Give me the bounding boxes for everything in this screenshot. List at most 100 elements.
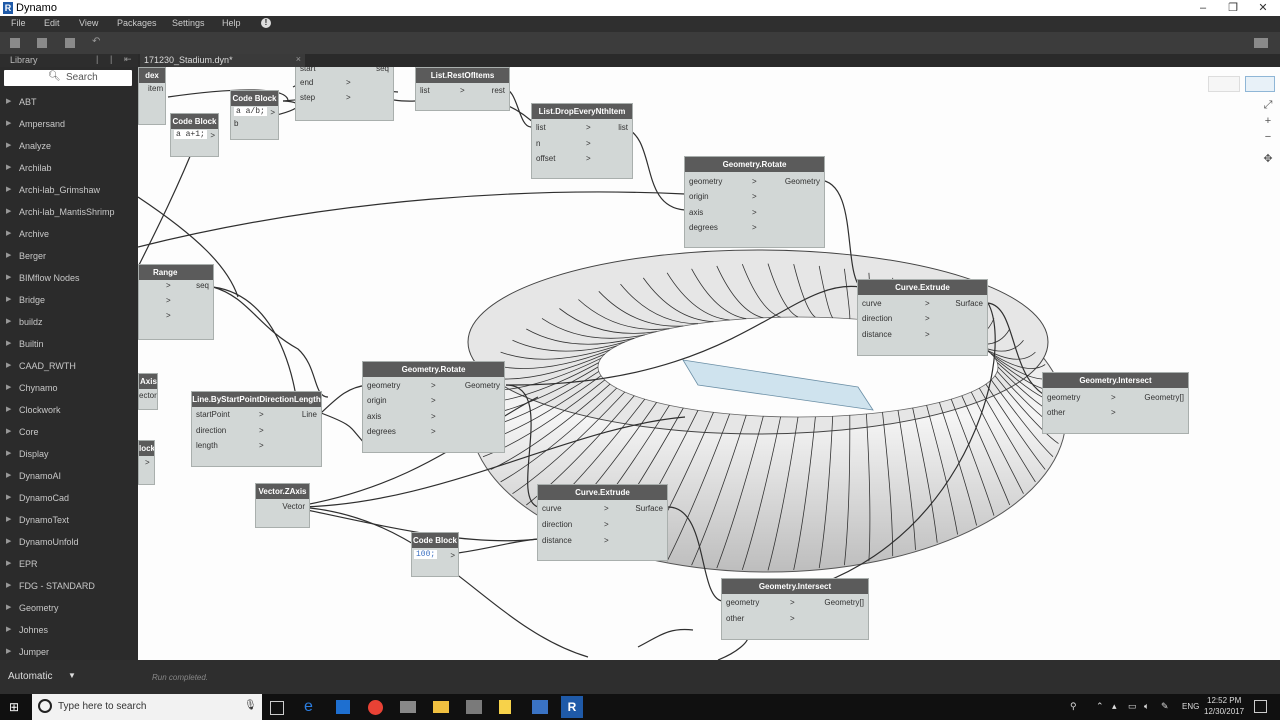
menu-help[interactable]: Help [222,18,241,28]
file-explorer-icon[interactable] [433,701,449,713]
port-geometry[interactable]: geometry [1047,393,1080,402]
port-b[interactable]: b [234,119,238,128]
port-surface-out[interactable]: Surface [955,299,983,308]
library-category-item[interactable]: ▶ Archilab [0,158,138,180]
library-category-item[interactable]: ▶ Clockwork [0,400,138,422]
save-file-icon[interactable] [65,38,75,48]
undo-icon[interactable]: ↶ [92,36,100,47]
library-category-item[interactable]: ▶ Archi-lab_Grimshaw [0,180,138,202]
library-collapse-icon[interactable]: ⇤ [124,54,132,65]
graph-canvas[interactable]: dex item Code Block a a+1; > Code Block … [138,67,1280,660]
port-origin[interactable]: origin [367,396,387,405]
port-direction[interactable]: direction [542,520,572,529]
menu-settings[interactable]: Settings [172,18,205,28]
view-toggle-geometry-icon[interactable] [1208,76,1240,92]
windows-start-icon[interactable]: ⊞ [9,701,21,713]
port-item[interactable]: item [148,84,163,93]
zoom-out-icon[interactable]: − [1262,131,1274,143]
chrome-icon[interactable] [368,700,383,715]
clock-date[interactable]: 12/30/2017 [1204,707,1244,716]
port-degrees[interactable]: degrees [367,427,396,436]
port-out[interactable]: > [145,458,150,467]
library-category-item[interactable]: ▶ Berger [0,246,138,268]
tab-file[interactable]: 171230_Stadium.dyn* × [140,54,305,67]
library-category-item[interactable]: ▶ DynamoCad [0,488,138,510]
library-category-item[interactable]: ▶ Jumper [0,642,138,660]
port-start-point[interactable]: startPoint [196,410,230,419]
port-direction[interactable]: direction [862,314,892,323]
port-geometry-out[interactable]: Geometry [785,177,820,186]
library-category-item[interactable]: ▶ Analyze [0,136,138,158]
library-category-item[interactable]: ▶ DynamoAI [0,466,138,488]
tray-volume-icon[interactable]: 🔈︎ [1144,701,1149,712]
library-category-item[interactable]: ▶ Builtin [0,334,138,356]
skype-icon[interactable] [532,700,548,714]
port-list-out[interactable]: list [618,123,628,132]
library-category-item[interactable]: ▶ Display [0,444,138,466]
close-button[interactable]: ✕ [1248,0,1278,16]
port-offset[interactable]: offset [536,154,555,163]
node-index-partial[interactable]: dex item [138,67,166,125]
library-pin-icon[interactable]: | [96,54,98,64]
port-rest[interactable]: rest [492,86,505,95]
port-out[interactable]: > [210,131,215,140]
tray-network-icon[interactable]: ▴ [1112,701,1117,712]
node-code-block-3[interactable]: Code Block 100; > [411,532,459,577]
port-curve[interactable]: curve [542,504,562,513]
port-geometry[interactable]: geometry [726,598,759,607]
node-line-by-start-point-direction-length[interactable]: Line.ByStartPointDirectionLength startPo… [191,391,322,467]
port-vector-out[interactable]: Vector [282,502,305,511]
maximize-button[interactable]: ❐ [1218,0,1248,16]
port-distance[interactable]: distance [542,536,572,545]
store-icon[interactable] [336,700,350,714]
port-list[interactable]: list [536,123,546,132]
port-end[interactable]: end [300,78,313,87]
port-surface-out[interactable]: Surface [635,504,663,513]
run-mode-select[interactable]: Automatic ▼ [0,667,80,687]
library-category-item[interactable]: ▶ Archi-lab_MantisShrimp [0,202,138,224]
tray-people-icon[interactable]: ⚲ [1070,701,1077,712]
new-file-icon[interactable] [10,38,20,48]
library-category-item[interactable]: ▶ Geometry [0,598,138,620]
port-list[interactable]: list [420,86,430,95]
taskbar-search-input[interactable]: Type here to search 🎙︎ [32,694,262,720]
node-geometry-rotate-1[interactable]: Geometry.Rotate geometry origin axis deg… [684,156,825,248]
library-category-item[interactable]: ▶ Archive [0,224,138,246]
library-category-item[interactable]: ▶ BIMflow Nodes [0,268,138,290]
port-other[interactable]: other [1047,408,1065,417]
port-geometry-out[interactable]: Geometry [465,381,500,390]
node-geometry-rotate-2[interactable]: Geometry.Rotate geometry origin axis deg… [362,361,505,453]
library-category-item[interactable]: ▶ ABT [0,92,138,114]
library-category-item[interactable]: ▶ buildz [0,312,138,334]
port-direction[interactable]: direction [196,426,226,435]
minimize-button[interactable]: – [1188,0,1218,16]
node-sequence[interactable]: start end step seq > > [295,67,394,121]
tray-battery-icon[interactable]: ▭ [1128,701,1137,712]
node-geometry-intersect-1[interactable]: Geometry.Intersect geometry other > > Ge… [1042,372,1189,434]
pan-icon[interactable]: ✥ [1262,152,1274,165]
port-out[interactable]: > [450,551,455,560]
library-category-item[interactable]: ▶ FDG - STANDARD [0,576,138,598]
node-curve-extrude-1[interactable]: Curve.Extrude curve direction distance >… [857,279,988,356]
port-geometry-array-out[interactable]: Geometry[] [1144,393,1184,402]
node-list-rest-of-items[interactable]: List.RestOfItems list > rest [415,67,510,111]
port-curve[interactable]: curve [862,299,882,308]
library-category-item[interactable]: ▶ DynamoText [0,510,138,532]
node-code-block-2[interactable]: Code Block a a/b; b > [230,90,279,140]
microphone-icon[interactable]: 🎙︎ [244,700,257,711]
port-degrees[interactable]: degrees [689,223,718,232]
menu-view[interactable]: View [79,18,98,28]
port-line-out[interactable]: Line [302,410,317,419]
library-search-input[interactable]: 🔍︎ Search [4,70,132,86]
node-range[interactable]: Range > > > seq [138,264,214,340]
library-category-item[interactable]: ▶ Core [0,422,138,444]
code-text[interactable]: 100; [414,550,438,559]
tray-chevron-up-icon[interactable]: ⌃ [1096,701,1104,712]
library-category-item[interactable]: ▶ EPR [0,554,138,576]
node-code-block-partial[interactable]: lock > [138,440,155,485]
port-start[interactable]: start [300,67,316,73]
zoom-in-icon[interactable]: + [1262,115,1274,127]
port-seq[interactable]: seq [376,67,389,73]
node-code-block-1[interactable]: Code Block a a+1; > [170,113,219,157]
clock-time[interactable]: 12:52 PM [1207,696,1241,705]
